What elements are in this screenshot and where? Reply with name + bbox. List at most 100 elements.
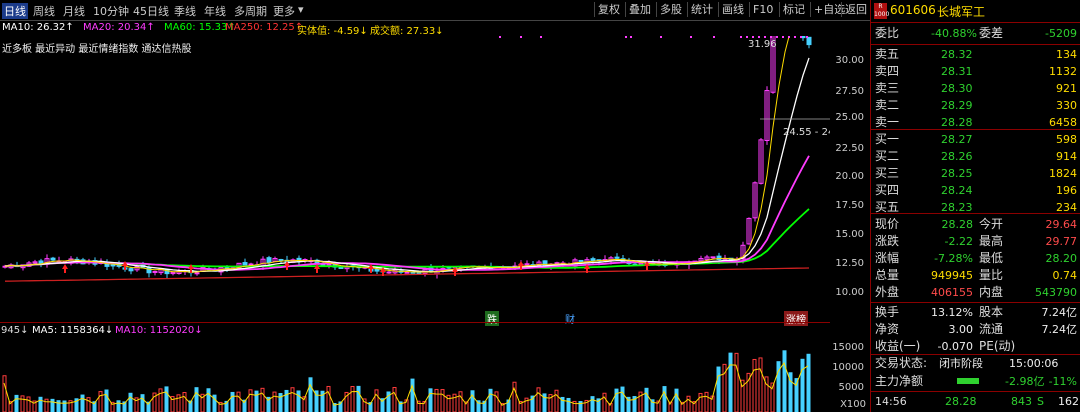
period-45day[interactable]: 45日线 (133, 3, 169, 19)
multi-stock-button[interactable]: 多股 (656, 2, 685, 17)
ma60-line (4, 208, 810, 269)
trade-status-row: 交易状态: 闭市阶段 15:00:06 (871, 354, 1080, 373)
candle-body (50, 257, 56, 261)
volume-chart[interactable] (0, 336, 830, 412)
high-label: 31.96 (748, 39, 777, 50)
price-tick: 10.00 (835, 287, 864, 298)
more-chevron-icon[interactable]: ▾ (298, 3, 304, 16)
volume-bar (470, 390, 475, 412)
kline-chart[interactable]: 31.96 24.55 - 24 (0, 36, 830, 322)
volume-bar (716, 366, 721, 412)
stats-button[interactable]: 统计 (687, 2, 716, 17)
period-10min[interactable]: 10分钟 (93, 3, 129, 19)
volume-bars-group (2, 350, 811, 412)
signal-dot (752, 36, 754, 38)
period-quarter[interactable]: 季线 (174, 3, 196, 19)
mark-button[interactable]: 标记 (779, 2, 808, 17)
cursor-label: 24.55 - 24 (783, 127, 830, 138)
vol-ma10-label: MA10: 1152020↓ (115, 325, 203, 336)
candle-body (710, 256, 716, 259)
period-daily[interactable]: 日线 (2, 3, 28, 19)
back-button[interactable]: 返回 (841, 2, 870, 17)
price-tick: 12.50 (835, 258, 864, 269)
volume-bar (554, 389, 559, 412)
order-diff-value: -5209 (1045, 27, 1077, 40)
period-toolbar: 日线 周线 月线 10分钟 45日线 季线 年线 多周期 更多 ▾ 复权 叠加 … (0, 0, 870, 21)
volume-bar (356, 385, 361, 412)
volume-bar (26, 396, 31, 412)
main-flow-pct: -11% (1048, 375, 1077, 388)
volume-bar (326, 385, 331, 412)
volume-tick: 15000 (832, 342, 864, 353)
signal-dot (794, 36, 796, 38)
volume-tick: 5000 (838, 382, 864, 393)
volume-bar (512, 381, 517, 412)
volume-bar (230, 391, 235, 412)
shiti-label: 实体值: -4.59↓ (297, 26, 368, 37)
trade-status-label: 交易状态: (875, 356, 928, 370)
quote-label: 内盘 (979, 285, 1004, 299)
volume-bar (2, 375, 7, 412)
volume-bar (620, 386, 625, 412)
volume-bar (182, 392, 187, 412)
order-ratio-label: 委比 (875, 26, 900, 40)
order-ratio-value: -40.88% (931, 27, 977, 40)
volume-bar (662, 386, 667, 412)
candle-body (578, 259, 584, 263)
volume-bar (272, 391, 277, 412)
main-flow-bar (957, 378, 979, 384)
signal-dot (540, 36, 542, 38)
top-signal-dots (499, 36, 808, 38)
signal-dot (758, 36, 760, 38)
volume-bar (308, 377, 313, 412)
volume-bar (296, 390, 301, 412)
signal-dot (782, 36, 784, 38)
signal-dot (520, 36, 522, 38)
chengjiao-label: 成交额: 27.33↓ (370, 26, 444, 37)
fundamental-label: 收益(一) (875, 339, 921, 353)
volume-bar (14, 394, 19, 412)
volume-bar (104, 389, 109, 412)
tick-price: 28.28 (945, 395, 977, 408)
buy-arrow (368, 264, 374, 273)
ma10-label: MA10: 26.32↑ (2, 22, 74, 33)
candle-body (278, 258, 284, 262)
volume-bar (164, 386, 169, 412)
ma250-label: MA250: 12.25↑ (225, 22, 304, 33)
volume-bar (20, 395, 25, 412)
overlay-button[interactable]: 叠加 (625, 2, 654, 17)
volume-tick: 10000 (832, 362, 864, 373)
quote-row: 外盘 406155 内盘 543790 (871, 283, 1080, 302)
volume-bar (38, 396, 43, 412)
candle-body (806, 36, 812, 46)
period-monthly[interactable]: 月线 (63, 3, 85, 19)
volume-bar (236, 391, 241, 412)
volume-bar (440, 389, 445, 412)
volume-bar (194, 387, 199, 412)
volume-bar (428, 388, 433, 412)
signal-dot (806, 36, 808, 38)
volume-bar (686, 395, 691, 412)
period-more[interactable]: 更多 (273, 3, 295, 19)
period-weekly[interactable]: 周线 (33, 3, 55, 19)
last-tick-row: 14:56 28.28 843 S 162 (871, 392, 1080, 411)
volume-bar (56, 400, 61, 412)
candle-body (386, 271, 392, 274)
fuquan-button[interactable]: 复权 (594, 2, 623, 17)
volume-bar (800, 358, 805, 412)
volume-bar (260, 387, 265, 412)
volume-bar (206, 388, 211, 412)
draw-line-button[interactable]: 画线 (718, 2, 747, 17)
volume-bar (248, 389, 253, 412)
volume-legend: 945↓ MA5: 1158364↓ MA10: 1152020↓ (0, 322, 830, 337)
signal-dot (746, 36, 748, 38)
period-year[interactable]: 年线 (204, 3, 226, 19)
ma10-line (4, 57, 810, 273)
signal-dot (713, 36, 715, 38)
vol-ma5-label: MA5: 1158364↓ (32, 325, 114, 336)
period-multi[interactable]: 多周期 (234, 3, 267, 19)
volume-bar (128, 392, 133, 412)
f10-button[interactable]: F10 (749, 2, 776, 17)
candle-body (338, 266, 344, 269)
volume-axis: 15000 10000 5000 X100 (830, 322, 870, 412)
